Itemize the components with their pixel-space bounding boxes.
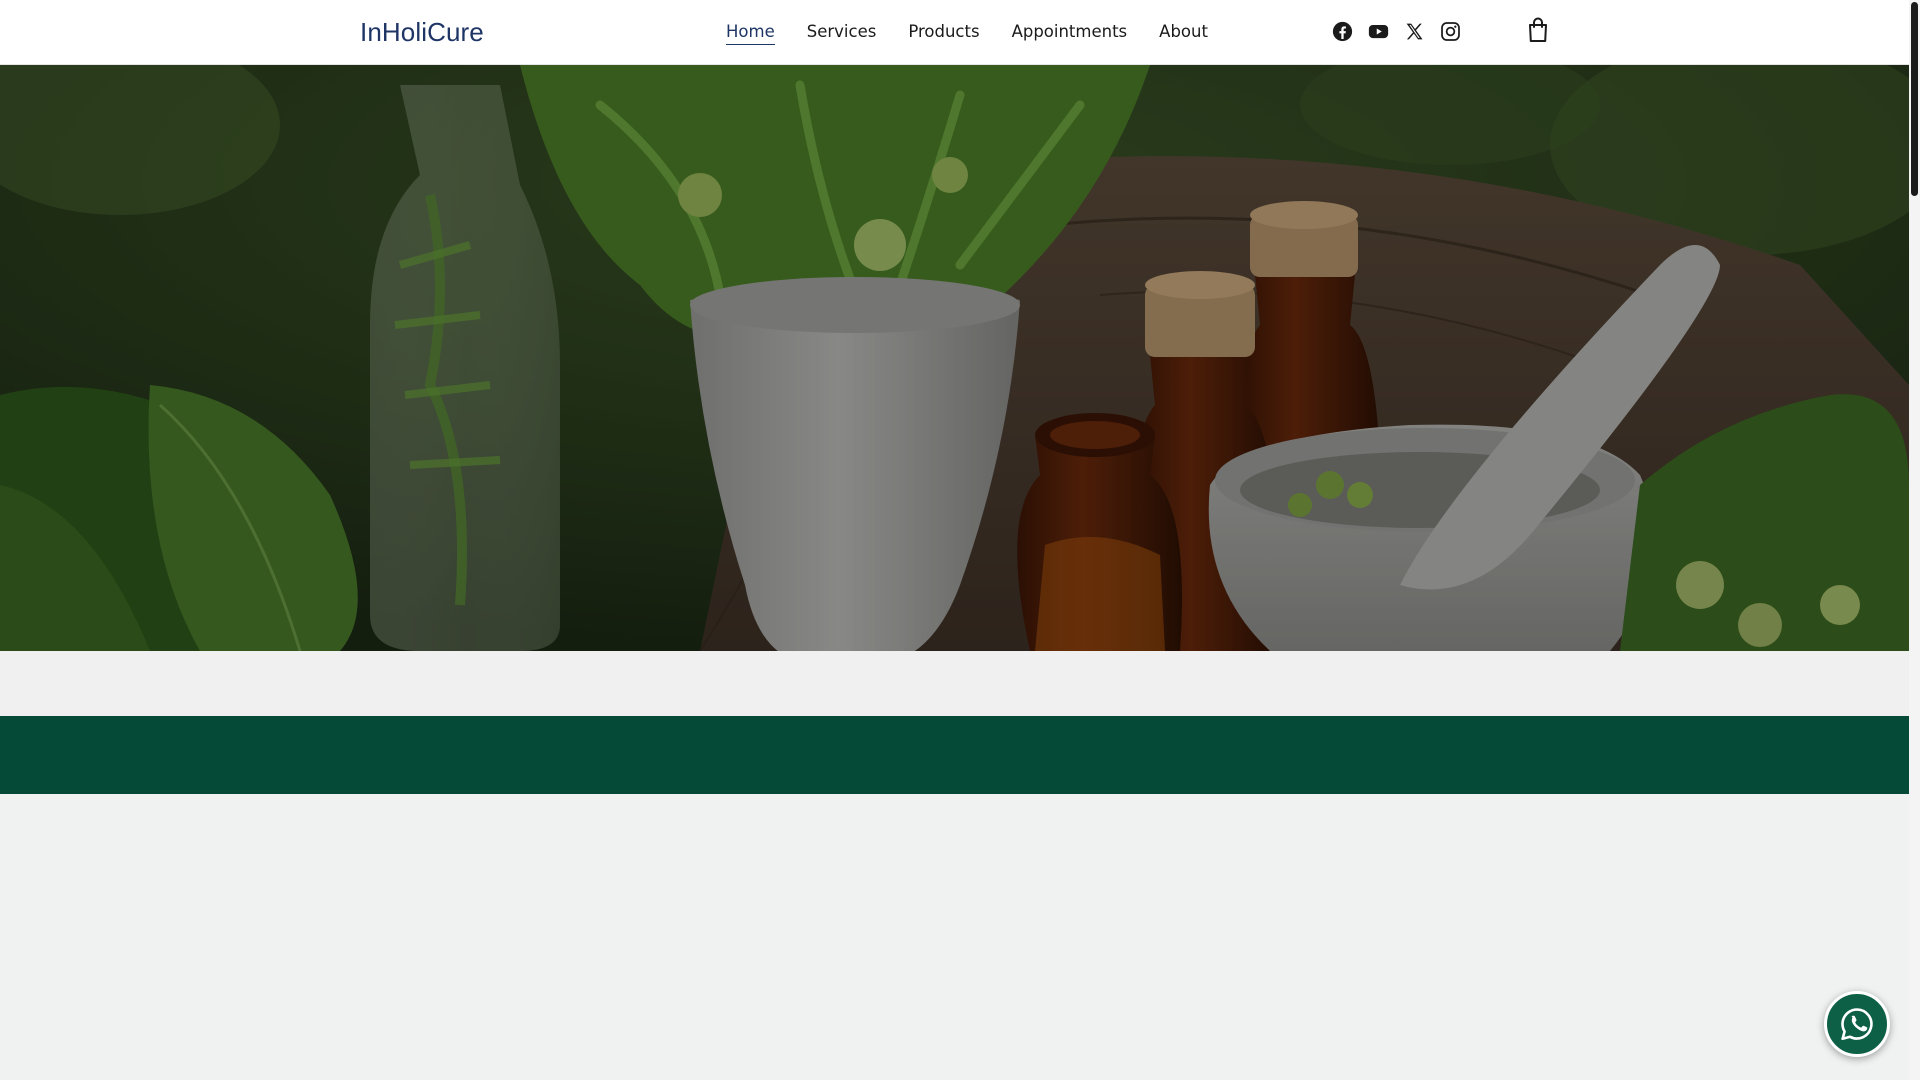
- social-links: [1332, 21, 1461, 42]
- facebook-icon[interactable]: [1332, 21, 1353, 42]
- hero-image: [0, 65, 1909, 651]
- main-nav: Home Services Products Appointments Abou…: [726, 22, 1208, 45]
- site-header: InHoliCure Home Services Products Appoin…: [0, 0, 1909, 65]
- nav-services[interactable]: Services: [807, 22, 877, 45]
- shopping-bag-icon[interactable]: [1527, 17, 1549, 43]
- x-icon[interactable]: [1404, 21, 1425, 42]
- brand-logo[interactable]: InHoliCure: [360, 17, 484, 48]
- youtube-icon[interactable]: [1368, 21, 1389, 42]
- green-band: [0, 716, 1909, 794]
- whatsapp-icon[interactable]: [1824, 991, 1890, 1057]
- nav-about[interactable]: About: [1159, 22, 1208, 45]
- content-area: [0, 794, 1909, 1080]
- page-scrollbar[interactable]: [1909, 0, 1920, 1080]
- nav-appointments[interactable]: Appointments: [1012, 22, 1128, 45]
- instagram-icon[interactable]: [1440, 21, 1461, 42]
- section-spacer: [0, 651, 1909, 716]
- nav-products[interactable]: Products: [908, 22, 979, 45]
- scrollbar-thumb[interactable]: [1911, 2, 1918, 196]
- nav-home[interactable]: Home: [726, 22, 775, 45]
